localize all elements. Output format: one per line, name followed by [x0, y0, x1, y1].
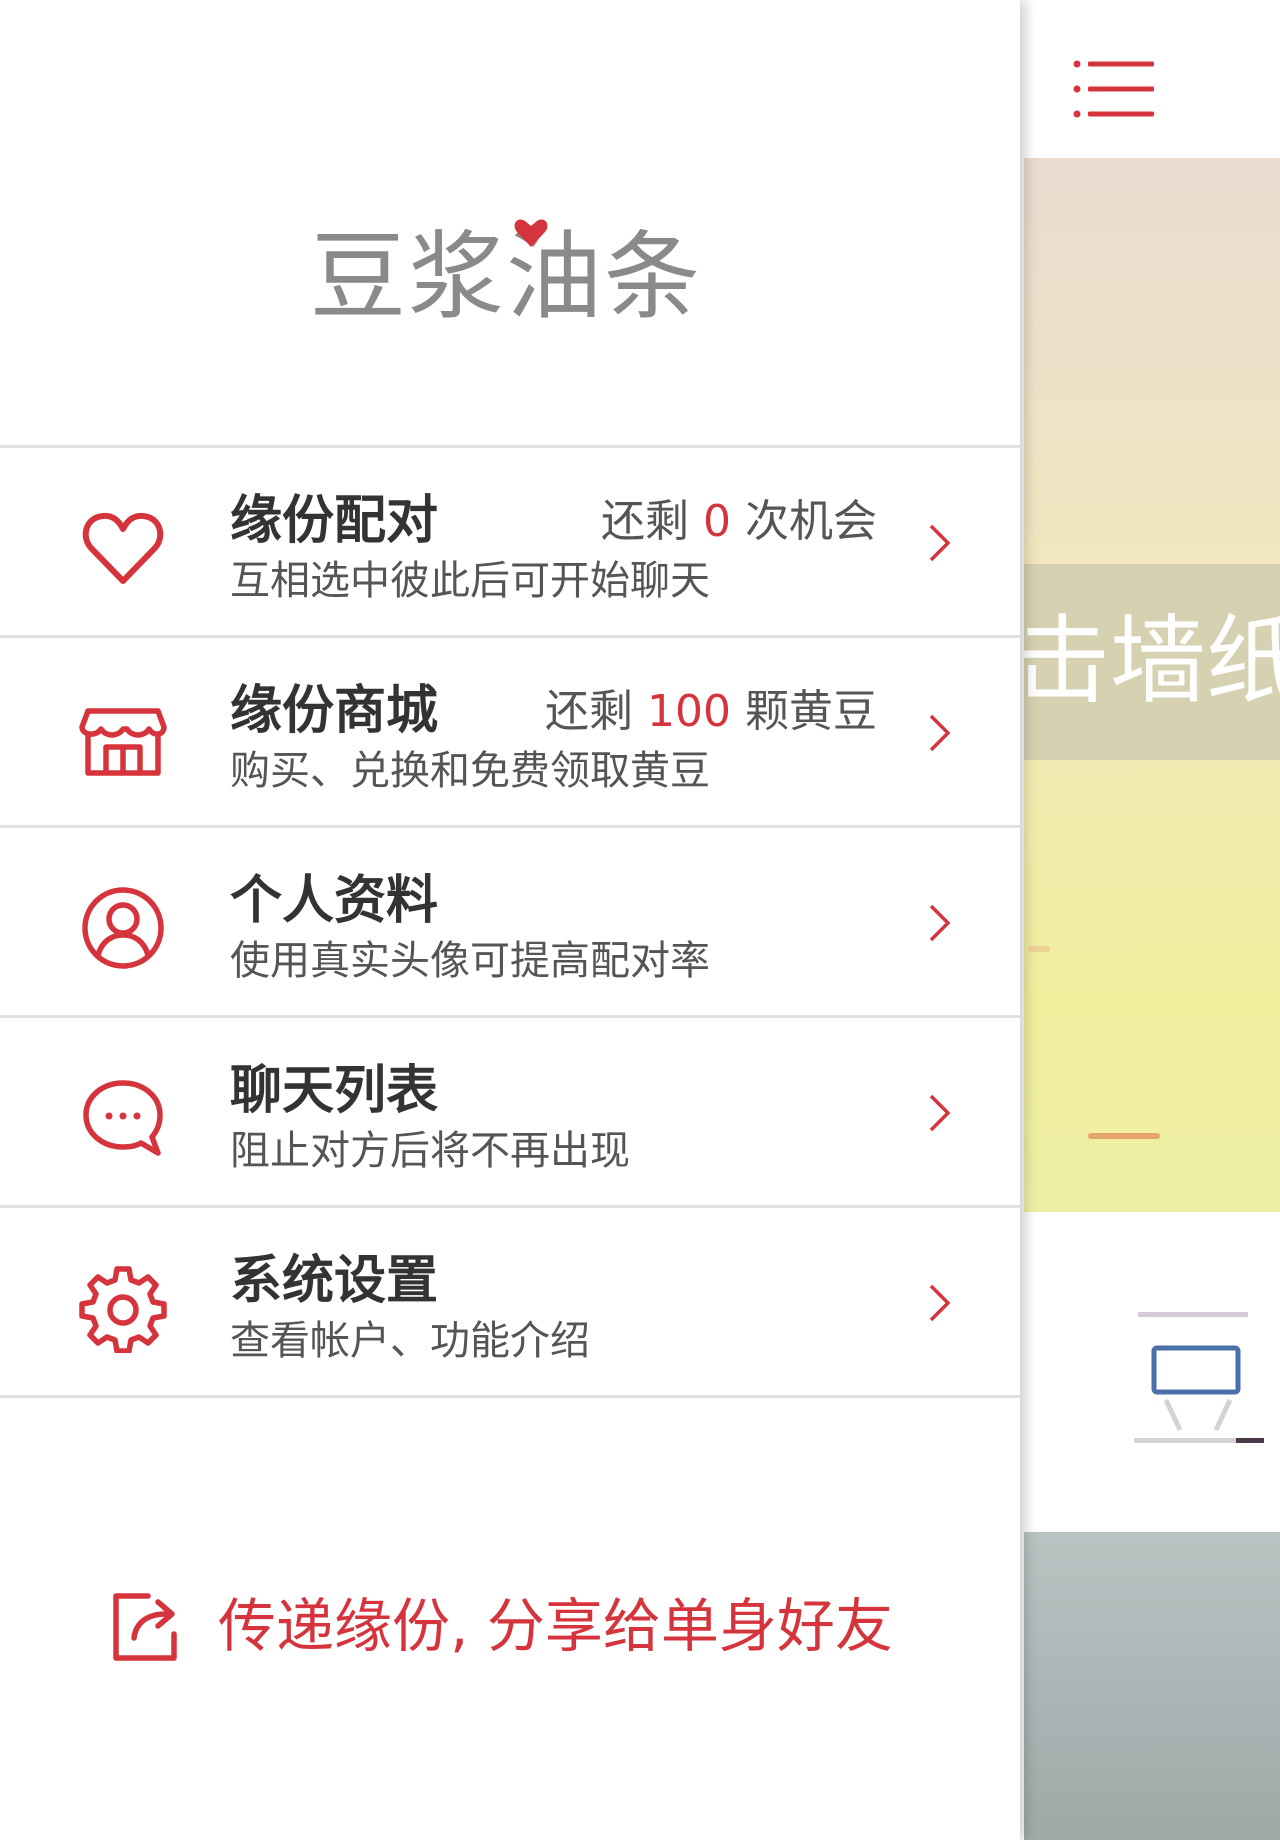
app-screen: 击墙纸 豆浆油条 缘份配对 互相选中彼此后可开始聊天 还剩 0 次机会 缘份商城… [0, 0, 1280, 1840]
menu-item-match[interactable]: 缘份配对 互相选中彼此后可开始聊天 还剩 0 次机会 [0, 448, 1020, 638]
menu-item-title: 缘份配对 [230, 491, 439, 551]
logo-heart-icon [514, 219, 548, 247]
share-label: 传递缘份, 分享给单身好友 [218, 1592, 893, 1660]
profile-card[interactable] [1024, 1212, 1280, 1532]
drawer-menu: 缘份配对 互相选中彼此后可开始聊天 还剩 0 次机会 缘份商城 购买、兑换和免费… [0, 445, 1020, 1398]
sun-streak [1028, 946, 1050, 952]
chevron-right-icon [929, 1284, 951, 1322]
chevron-right-icon [929, 904, 951, 942]
card-logo-glyph [1134, 1312, 1264, 1443]
sun-streak [1088, 1133, 1160, 1139]
menu-item-settings[interactable]: 系统设置 查看帐户、功能介绍 [0, 1208, 1020, 1398]
main-app-content[interactable]: 击墙纸 [1024, 0, 1280, 1840]
menu-item-title: 个人资料 [230, 871, 439, 931]
chevron-right-icon [929, 524, 951, 562]
gear-icon [79, 1266, 167, 1353]
menu-item-title: 缘份商城 [230, 681, 439, 741]
wallpaper-image-bottom[interactable] [1024, 1532, 1280, 1840]
menu-item-subtitle: 查看帐户、功能介绍 [230, 1318, 590, 1364]
menu-item-chats[interactable]: 聊天列表 阻止对方后将不再出现 [0, 1018, 1020, 1208]
remaining-suffix: 颗黄豆 [745, 686, 877, 737]
app-logo-text: 豆浆油条 [310, 221, 702, 333]
heart-icon [82, 512, 164, 584]
menu-item-title: 聊天列表 [230, 1061, 439, 1121]
user-icon [82, 887, 164, 969]
menu-item-subtitle: 互相选中彼此后可开始聊天 [230, 558, 710, 604]
remaining-prefix: 还剩 [601, 496, 689, 547]
app-logo: 豆浆油条 [310, 219, 720, 333]
menu-item-profile[interactable]: 个人资料 使用真实头像可提高配对率 [0, 828, 1020, 1018]
remaining-count: 0 [703, 496, 731, 547]
match-remaining: 还剩 0 次机会 [601, 494, 877, 550]
remaining-prefix: 还剩 [545, 686, 634, 737]
navigation-drawer: 豆浆油条 缘份配对 互相选中彼此后可开始聊天 还剩 0 次机会 缘份商城 购买、… [0, 0, 1020, 1840]
menu-item-subtitle: 使用真实头像可提高配对率 [230, 938, 710, 984]
remaining-suffix: 次机会 [745, 496, 877, 547]
menu-item-shop[interactable]: 缘份商城 购买、兑换和免费领取黄豆 还剩 100 颗黄豆 [0, 638, 1020, 828]
main-topbar [1024, 0, 1280, 158]
remaining-count: 100 [647, 686, 731, 737]
share-button[interactable]: 传递缘份, 分享给单身好友 [108, 1586, 893, 1666]
menu-item-title: 系统设置 [230, 1251, 439, 1311]
chat-icon [83, 1080, 163, 1156]
menu-list-icon[interactable] [1072, 58, 1160, 120]
chevron-right-icon [929, 1094, 951, 1132]
chevron-right-icon [929, 714, 951, 752]
wallpaper-banner-text: 击墙纸 [1024, 605, 1280, 717]
menu-item-subtitle: 购买、兑换和免费领取黄豆 [230, 748, 710, 794]
beans-remaining: 还剩 100 颗黄豆 [545, 684, 877, 740]
menu-item-subtitle: 阻止对方后将不再出现 [230, 1128, 630, 1174]
share-icon [113, 1593, 177, 1661]
shop-icon [79, 708, 167, 776]
